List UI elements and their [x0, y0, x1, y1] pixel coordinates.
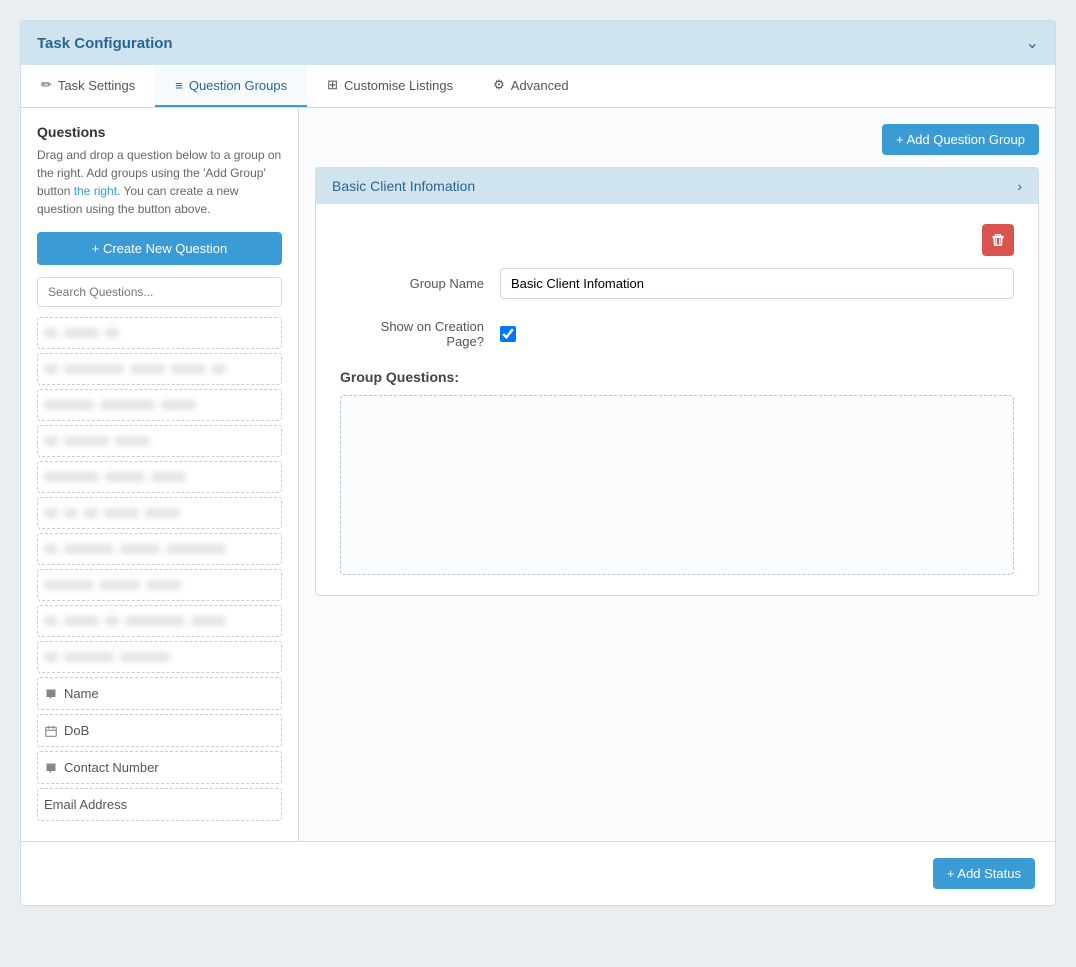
header-title: Task Configuration	[37, 35, 173, 52]
content-area: Questions Drag and drop a question below…	[21, 108, 1055, 841]
group-name-label: Group Name	[340, 276, 500, 291]
list-item[interactable]	[37, 461, 282, 493]
group-card-title: Basic Client Infomation	[332, 178, 475, 194]
question-item-email-address[interactable]: Email Address	[37, 788, 282, 821]
question-label: Email Address	[44, 797, 127, 812]
list-item[interactable]	[37, 605, 282, 637]
task-configuration-header: Task Configuration ⌄	[21, 21, 1055, 65]
gear-icon: ⚙	[493, 77, 505, 93]
grid-icon: ⊞	[327, 77, 338, 93]
tab-advanced[interactable]: ⚙ Advanced	[473, 65, 588, 107]
calendar-icon	[44, 724, 58, 738]
tab-task-settings[interactable]: ✏ Task Settings	[21, 65, 155, 107]
list-item[interactable]	[37, 641, 282, 673]
group-questions-label: Group Questions:	[340, 369, 1014, 385]
group-questions-drop-zone[interactable]	[340, 395, 1014, 575]
group-card-header[interactable]: Basic Client Infomation ›	[316, 168, 1038, 204]
add-status-button[interactable]: + Add Status	[933, 858, 1035, 889]
bottom-bar: + Add Status	[21, 841, 1055, 905]
show-on-creation-checkbox[interactable]	[500, 326, 516, 342]
delete-button-container	[340, 224, 1014, 256]
sidebar-link-text: the right	[74, 184, 117, 198]
sidebar-description: Drag and drop a question below to a grou…	[37, 146, 282, 218]
question-label: Contact Number	[64, 760, 159, 775]
right-panel: + Add Question Group Basic Client Infoma…	[299, 108, 1055, 841]
comment-icon	[44, 761, 58, 775]
create-new-question-button[interactable]: + Create New Question	[37, 232, 282, 265]
show-on-creation-row: Show on Creation Page?	[340, 319, 1014, 349]
list-item[interactable]	[37, 353, 282, 385]
question-item-name[interactable]: Name	[37, 677, 282, 710]
list-item[interactable]	[37, 425, 282, 457]
list-icon: ≡	[175, 78, 183, 93]
show-on-creation-label: Show on Creation Page?	[340, 319, 500, 349]
chevron-right-icon: ›	[1017, 178, 1022, 194]
question-label: Name	[64, 686, 99, 701]
list-item[interactable]	[37, 497, 282, 529]
group-card-body: Group Name Show on Creation Page? Group …	[316, 204, 1038, 595]
group-name-input[interactable]	[500, 268, 1014, 299]
delete-group-button[interactable]	[982, 224, 1014, 256]
group-name-row: Group Name	[340, 268, 1014, 299]
tab-customise-listings[interactable]: ⊞ Customise Listings	[307, 65, 473, 107]
pencil-icon: ✏	[41, 77, 52, 93]
question-list: Name DoB	[37, 317, 282, 825]
tab-question-groups[interactable]: ≡ Question Groups	[155, 65, 307, 107]
question-item-contact-number[interactable]: Contact Number	[37, 751, 282, 784]
trash-icon	[991, 233, 1005, 247]
sidebar-heading: Questions	[37, 124, 282, 140]
question-label: DoB	[64, 723, 89, 738]
list-item[interactable]	[37, 533, 282, 565]
chevron-down-icon: ⌄	[1026, 33, 1039, 53]
tab-bar: ✏ Task Settings ≡ Question Groups ⊞ Cust…	[21, 65, 1055, 108]
top-bar: + Add Question Group	[315, 124, 1039, 155]
add-question-group-button[interactable]: + Add Question Group	[882, 124, 1039, 155]
main-container: Task Configuration ⌄ ✏ Task Settings ≡ Q…	[20, 20, 1056, 906]
questions-sidebar: Questions Drag and drop a question below…	[21, 108, 299, 841]
search-questions-input[interactable]	[37, 277, 282, 307]
group-card: Basic Client Infomation ›	[315, 167, 1039, 596]
list-item[interactable]	[37, 569, 282, 601]
list-item[interactable]	[37, 389, 282, 421]
comment-icon	[44, 687, 58, 701]
list-item[interactable]	[37, 317, 282, 349]
question-item-dob[interactable]: DoB	[37, 714, 282, 747]
